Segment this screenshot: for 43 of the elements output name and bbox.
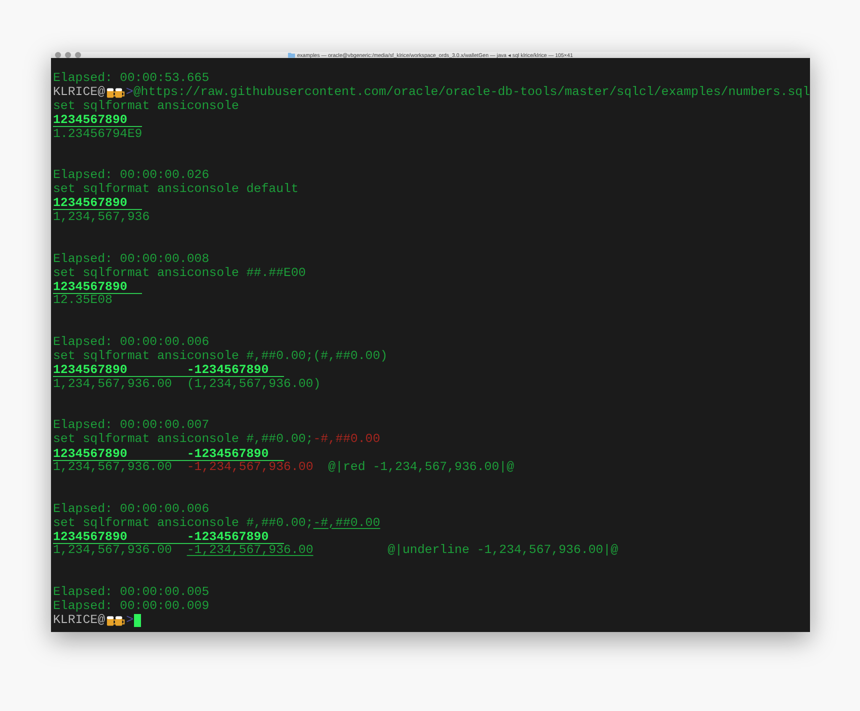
output-text: 1,234,567,936.00 (1,234,567,936.00) bbox=[53, 378, 321, 392]
output-text: Elapsed: 00:00:53.665 bbox=[53, 72, 210, 86]
output-text: Elapsed: 00:00:00.026 bbox=[53, 169, 210, 183]
command-text: @https://raw.githubusercontent.com/oracle/oracle-db-tools/master/sqlcl/examples/numbers.sql bbox=[133, 86, 810, 100]
output-text: 1.23456794E9 bbox=[53, 128, 142, 142]
beer-mugs-icon bbox=[106, 614, 126, 627]
column-header-row: 1234567890 bbox=[53, 280, 142, 294]
output-text: set sqlformat ansiconsole #,##0.00;(#,##0.00) bbox=[53, 350, 388, 364]
output-text: Elapsed: 00:00:00.008 bbox=[53, 252, 210, 267]
output-text: 1,234,567,936.00 bbox=[53, 544, 173, 558]
prompt-user: KLRICE@ bbox=[53, 614, 106, 628]
output-text: 12.35E08 bbox=[53, 294, 112, 308]
beer-mugs-icon bbox=[106, 86, 125, 99]
output-text: set sqlformat ansiconsole default bbox=[53, 183, 298, 198]
minimize-button[interactable] bbox=[65, 52, 71, 58]
negative-value-text: -#,##0.00 bbox=[313, 433, 380, 448]
output-text: set sqlformat ansiconsole bbox=[53, 100, 239, 114]
close-button[interactable] bbox=[55, 52, 61, 58]
folder-icon bbox=[288, 52, 296, 58]
output-text: 1,234,567,936 bbox=[53, 210, 150, 225]
column-header-row: 1234567890 -1234567890 bbox=[53, 364, 284, 378]
negative-value-text: -1,234,567,936.00 bbox=[186, 461, 314, 475]
output-text: 1,234,567,936.00 bbox=[53, 461, 173, 475]
output-text: Elapsed: 00:00:00.006 bbox=[53, 502, 210, 517]
output-text: set sqlformat ansiconsole ##.##E00 bbox=[53, 266, 306, 280]
underlined-output-text: -1,234,567,936.00 bbox=[186, 544, 314, 558]
underlined-output-text: -#,##0.00 bbox=[313, 516, 380, 530]
output-text: @|underline -1,234,567,936.00|@ bbox=[386, 544, 618, 558]
output-text: @|red -1,234,567,936.00|@ bbox=[327, 461, 514, 475]
output-text: Elapsed: 00:00:00.009 bbox=[53, 600, 210, 614]
output-text: set sqlformat ansiconsole #,##0.00; bbox=[53, 516, 314, 530]
column-header-row: 1234567890 bbox=[53, 197, 142, 210]
prompt-symbol: > bbox=[126, 614, 134, 628]
output-text: set sqlformat ansiconsole #,##0.00; bbox=[53, 433, 314, 448]
output-text: Elapsed: 00:00:00.007 bbox=[53, 419, 210, 433]
zoom-button[interactable] bbox=[75, 52, 81, 58]
output-text: Elapsed: 00:00:00.005 bbox=[53, 586, 210, 600]
prompt-symbol: > bbox=[126, 86, 134, 100]
prompt-user: KLRICE@ bbox=[53, 86, 106, 100]
column-header-row: 1234567890 bbox=[53, 114, 142, 128]
output-text: Elapsed: 00:00:00.006 bbox=[53, 336, 210, 350]
column-header-row: 1234567890 -1234567890 bbox=[53, 530, 284, 544]
column-header-row: 1234567890 -1234567890 bbox=[53, 448, 284, 461]
